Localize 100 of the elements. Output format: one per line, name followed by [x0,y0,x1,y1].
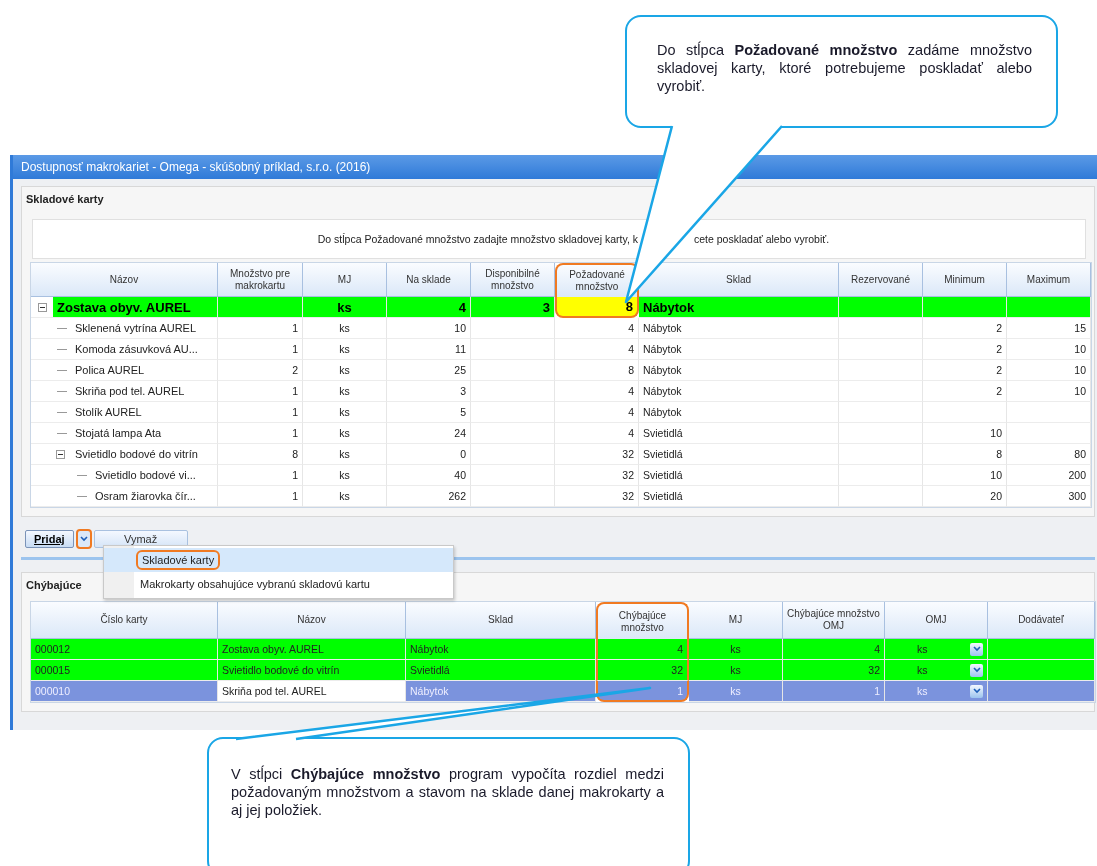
table-cell: 8 [923,444,1007,465]
table-cell: 2 [923,318,1007,339]
column-header[interactable]: Disponibilné množstvo [471,263,555,297]
table-cell: Skriňa pod tel. AUREL [218,681,406,702]
table-cell: 4 [555,339,639,360]
tree-cell[interactable]: Stojatá lampa Ata [31,423,218,444]
column-header[interactable]: Názov [31,263,218,297]
column-header[interactable]: Dodávateľ [988,602,1095,639]
instruction-text: Do stĺpca Požadované množstvo zadajte množstvo skladovej karty, k [317,233,638,245]
dropdown-button[interactable] [970,642,983,656]
tree-cell[interactable]: Zostava obyv. AUREL [31,297,218,318]
tree-cell[interactable]: Svietidlo bodové vi... [31,465,218,486]
table-cell: ks [689,681,783,702]
dropdown-button[interactable] [970,684,983,698]
tree-cell[interactable]: Komoda zásuvková AU... [31,339,218,360]
table-cell: 2 [923,381,1007,402]
table-cell: 4 [783,639,885,660]
column-header[interactable]: Chýbajúce množstvo OMJ [783,602,885,639]
table-cell: Nábytok [406,681,596,702]
table-cell: Svietidlá [639,444,839,465]
table-cell: Svietidlá [406,660,596,681]
column-header[interactable]: Požadované množstvo [555,263,639,297]
column-header[interactable]: Rezervované [839,263,923,297]
table-cell: 8 [555,360,639,381]
chevron-down-icon [972,667,981,673]
dropdown-field[interactable]: ks [885,639,988,660]
table-cell: 5 [387,402,471,423]
table-cell: Svietidlá [639,423,839,444]
table-cell: 2 [923,339,1007,360]
table-cell: Svietidlá [639,486,839,507]
column-header[interactable]: Množstvo pre makrokartu [218,263,303,297]
table-cell: 3 [471,297,555,318]
column-header[interactable]: Na sklade [387,263,471,297]
table-cell: 8 [218,444,303,465]
collapse-icon[interactable] [38,302,47,312]
column-header[interactable]: MJ [303,263,387,297]
table-cell: 1 [218,423,303,444]
table-cell: 1 [218,381,303,402]
tree-cell[interactable]: Sklenená vytrína AUREL [31,318,218,339]
table-cell: 24 [387,423,471,444]
column-header[interactable]: Sklad [639,263,839,297]
menu-item[interactable]: Makrokarty obsahujúce vybranú skladovú kartu [104,572,453,596]
table-cell: Nábytok [639,339,839,360]
table-cell: ks [303,318,387,339]
column-header[interactable]: Minimum [923,263,1007,297]
table-cell: 15 [1007,318,1091,339]
table-cell: 000012 [31,639,218,660]
tree-cell[interactable]: Osram žiarovka čír... [31,486,218,507]
tree-cell[interactable]: Stolík AUREL [31,402,218,423]
table-cell: 32 [555,465,639,486]
table-cell: 1 [218,318,303,339]
table-cell: 1 [218,402,303,423]
table-cell: 32 [555,486,639,507]
collapse-icon[interactable] [56,449,65,459]
table-cell: Nábytok [406,639,596,660]
table-cell: 32 [555,444,639,465]
table-cell: 000010 [31,681,218,702]
callout-text: Do stĺpca Požadované množstvo zadáme množstvo skladovej karty, ktoré potrebujeme poskladať alebo vyrobiť. [657,42,1032,95]
table-cell: 10 [1007,381,1091,402]
chevron-down-icon [972,646,981,652]
column-header[interactable]: Maximum [1007,263,1091,297]
tree-cell[interactable]: Svietidlo bodové do vitrín [31,444,218,465]
table-cell: ks [303,360,387,381]
chevron-down-icon [79,536,88,542]
table-cell: 32 [783,660,885,681]
column-header[interactable]: Sklad [406,602,596,639]
table-cell: 80 [1007,444,1091,465]
table-cell: 4 [555,423,639,444]
dropdown-field[interactable]: ks [885,660,988,681]
table-cell: Nábytok [639,318,839,339]
table-cell: 10 [1007,360,1091,381]
column-header[interactable]: Číslo karty [31,602,218,639]
table-cell: 1 [596,681,689,702]
chevron-down-icon [972,688,981,694]
add-button[interactable]: Pridaj [25,530,74,548]
table-cell: ks [303,423,387,444]
table-cell: 10 [1007,339,1091,360]
table-cell: ks [689,639,783,660]
tree-cell[interactable]: Skriňa pod tel. AUREL [31,381,218,402]
column-header[interactable]: Názov [218,602,406,639]
tree-cell[interactable]: Polica AUREL [31,360,218,381]
column-header[interactable]: MJ [689,602,783,639]
dropdown-button[interactable] [970,663,983,677]
table-cell: ks [303,339,387,360]
column-header[interactable]: OMJ [885,602,988,639]
table-cell: 4 [387,297,471,318]
table-cell: 1 [218,465,303,486]
delete-button[interactable]: Vymaž [93,530,188,548]
table-cell: 10 [923,465,1007,486]
table-cell: Nábytok [639,402,839,423]
table-cell: 4 [555,402,639,423]
column-header[interactable]: Chýbajúce množstvo [596,602,689,639]
table-cell: 11 [387,339,471,360]
table-cell: 3 [387,381,471,402]
table-cell: 2 [218,360,303,381]
dropdown-button[interactable] [75,529,92,549]
table-cell: 10 [387,318,471,339]
table-cell: ks [689,660,783,681]
menu-item[interactable]: Skladové karty [104,548,453,572]
table-cell: 1 [218,486,303,507]
